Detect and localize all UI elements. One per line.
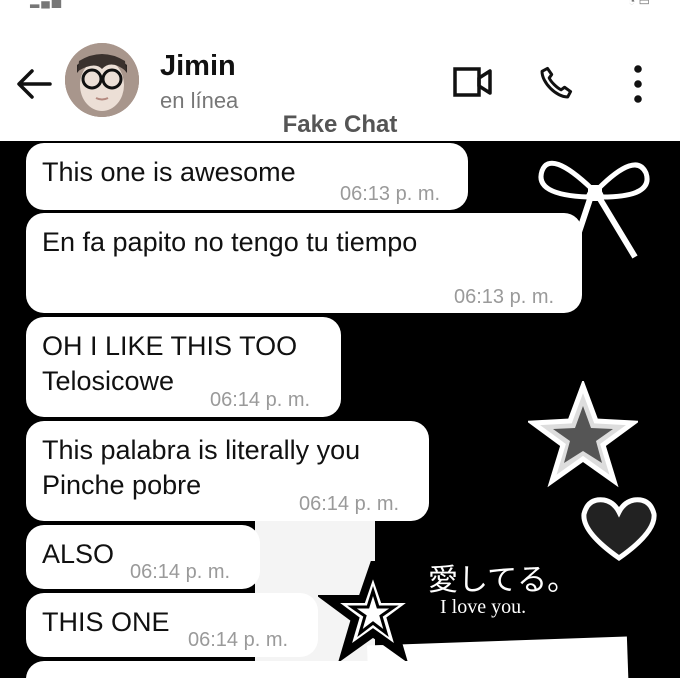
small-star-decoration — [318, 561, 428, 661]
chat-area[interactable]: 愛してる。 I love you. This one is awesome 06… — [0, 141, 680, 678]
message-text: En fa papito no tengo tu tiempo — [42, 227, 418, 257]
heart-decoration — [581, 497, 657, 562]
message-time: 06:14 p. m. — [210, 389, 311, 411]
contact-name[interactable]: Jimin — [160, 50, 236, 83]
message-time: 06:14 p. m. — [130, 561, 231, 583]
message-bubble[interactable]: THIS ONE 06:14 p. m. — [26, 593, 318, 657]
message-bubble[interactable]: This one is awesome 06:13 p. m. — [26, 143, 468, 210]
message-time: 06:13 p. m. — [454, 286, 555, 308]
status-bar: ▂▄▆ ◔ ▭ — [0, 0, 680, 14]
message-time: 06:14 p. m. — [299, 493, 400, 515]
video-camera-icon[interactable] — [453, 66, 493, 98]
message-bubble[interactable] — [26, 661, 582, 678]
message-time: 06:13 p. m. — [340, 183, 441, 205]
star-decoration — [528, 381, 638, 488]
message-bubble[interactable]: OH I LIKE THIS TOO Telosicowe 06:14 p. m… — [26, 317, 341, 417]
english-text: I love you. — [440, 596, 527, 618]
message-time: 06:14 p. m. — [188, 629, 289, 651]
more-vertical-icon[interactable] — [630, 64, 646, 104]
avatar[interactable] — [65, 43, 139, 117]
kanji-text: 愛してる。 — [428, 564, 578, 597]
message-bubble[interactable]: This palabra is literally you Pinche pob… — [26, 421, 429, 521]
message-text: OH I LIKE THIS TOO — [42, 331, 298, 361]
message-bubble[interactable]: En fa papito no tengo tu tiempo 06:13 p.… — [26, 213, 582, 313]
arrow-left-icon[interactable] — [14, 66, 54, 102]
page-subtitle: Fake Chat — [282, 111, 398, 138]
phone-icon[interactable] — [537, 64, 575, 102]
signal-icon: ▂▄▆ — [30, 0, 63, 8]
message-bubble[interactable]: ALSO 06:14 p. m. — [26, 525, 260, 589]
chat-header: Jimin en línea Fake Chat — [0, 14, 680, 141]
message-text: This palabra is literally you — [42, 435, 361, 465]
battery-icon: ◔ ▭ — [628, 0, 650, 8]
